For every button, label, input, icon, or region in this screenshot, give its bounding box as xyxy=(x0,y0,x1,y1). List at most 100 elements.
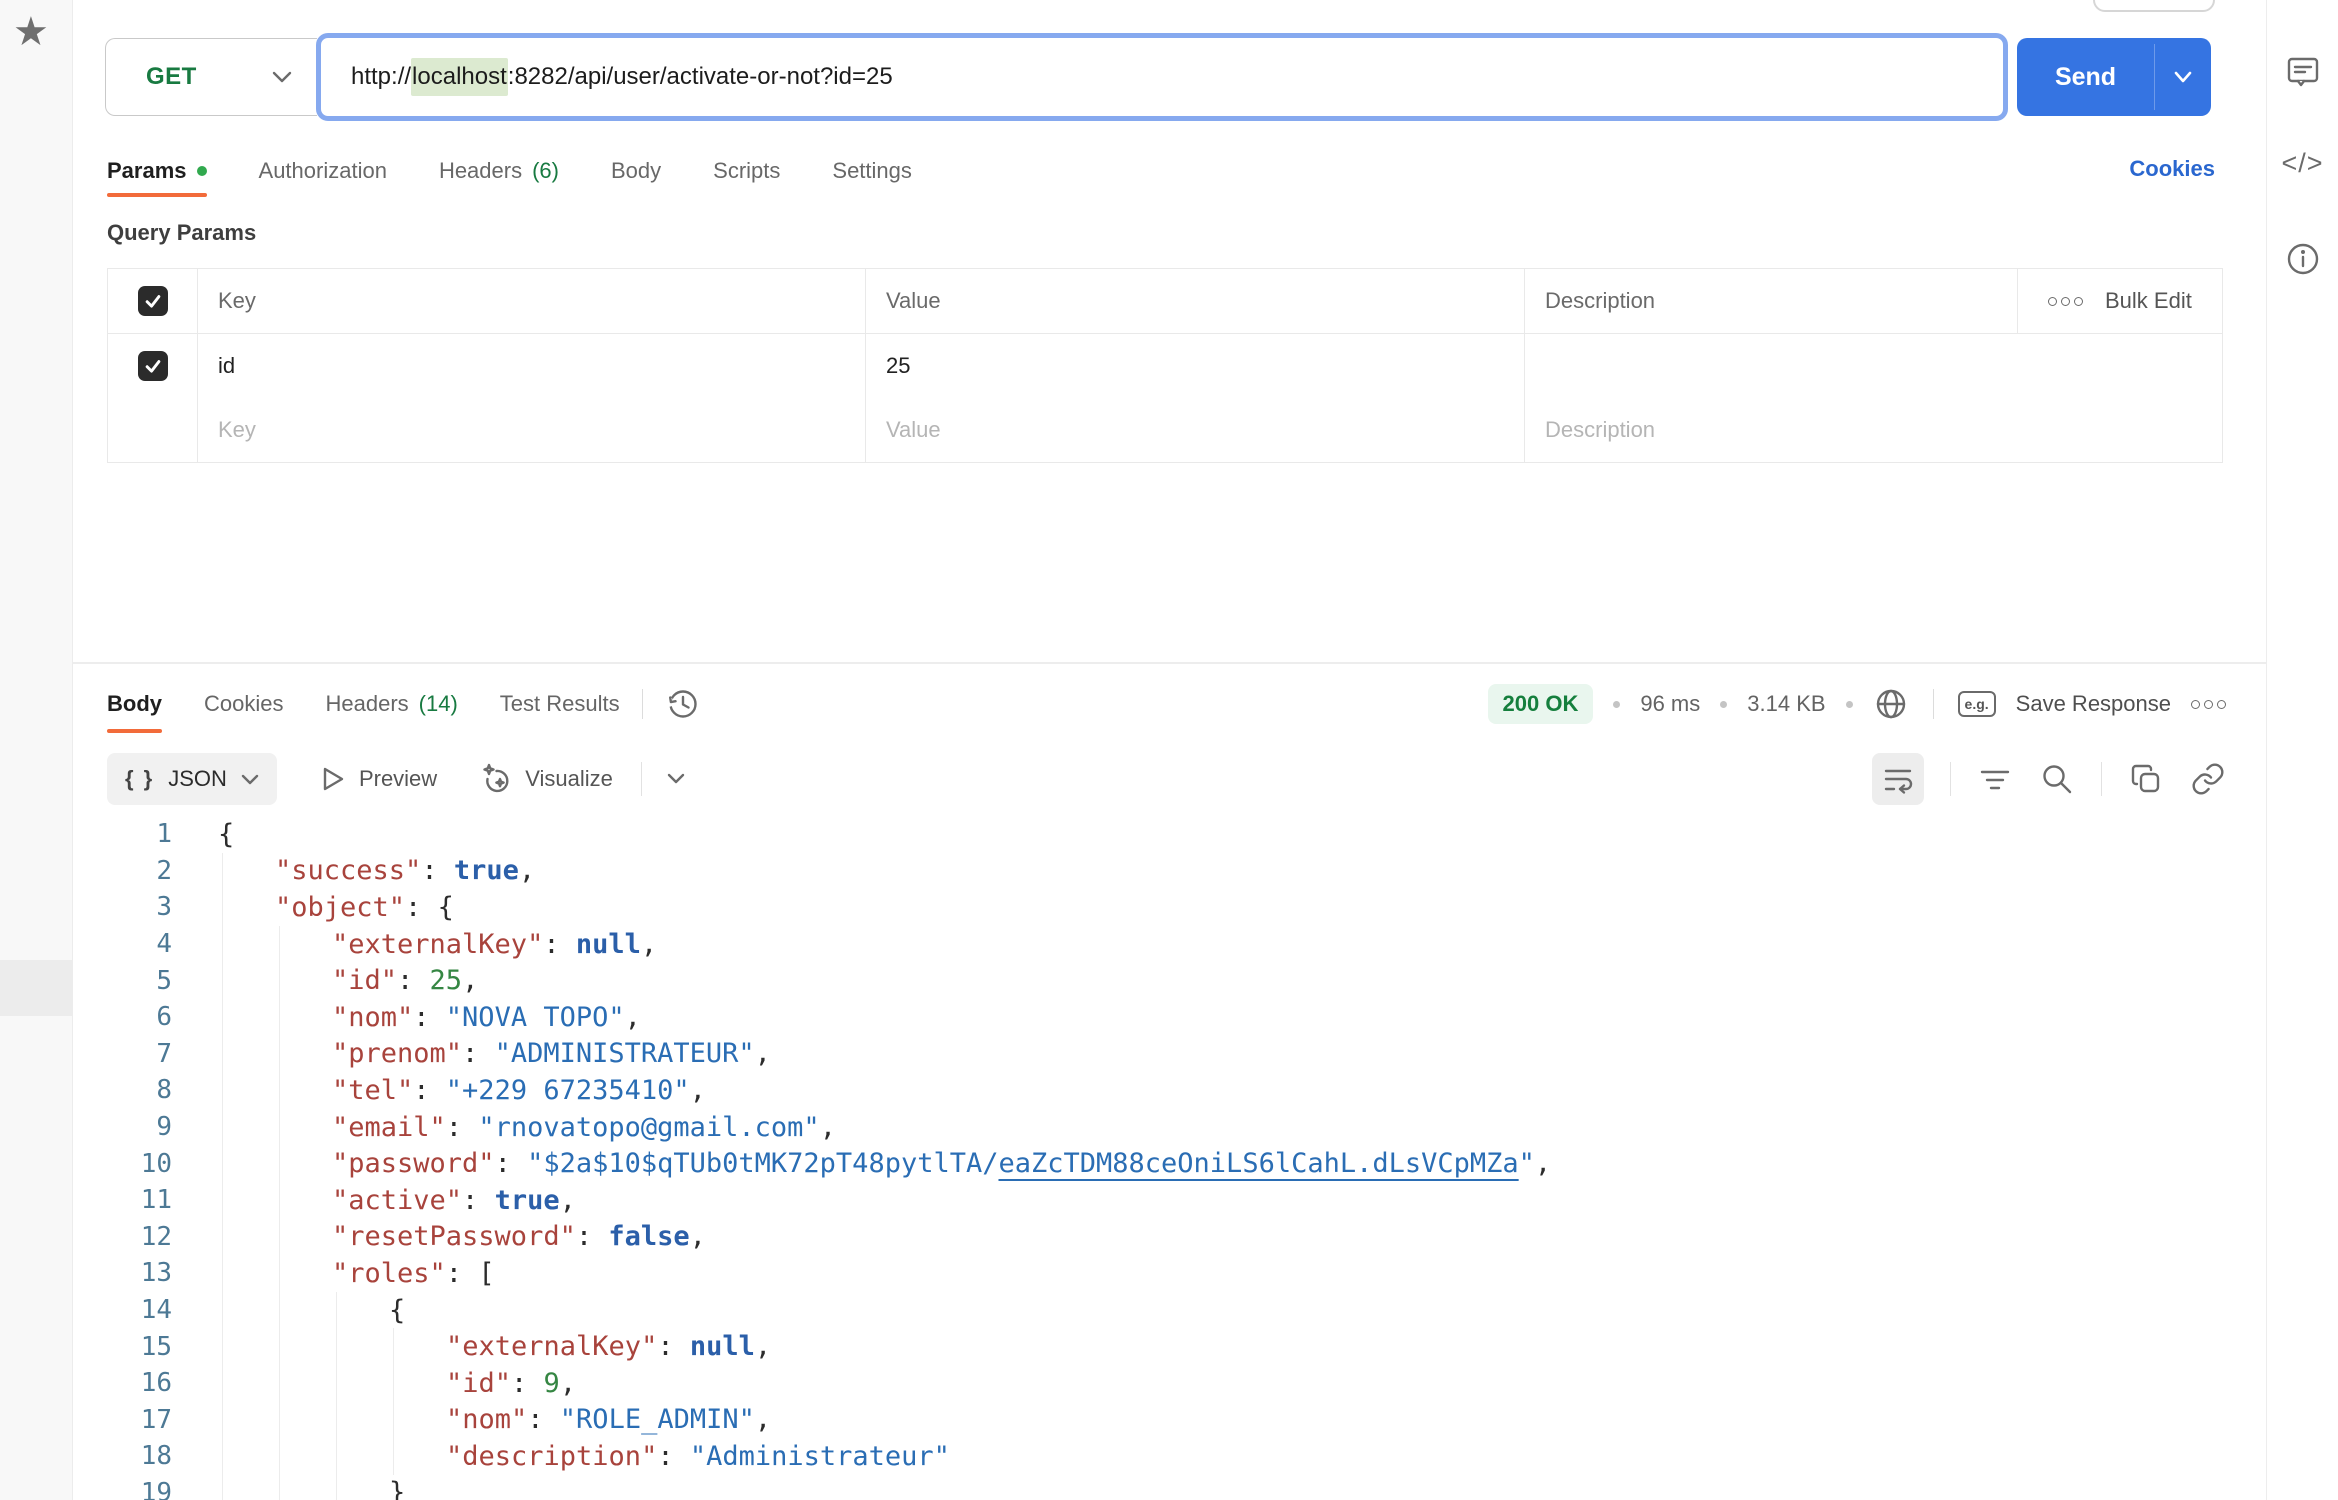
tabs-divider xyxy=(642,689,643,719)
code-line: 4"externalKey": null, xyxy=(73,926,2260,963)
rail-scroll-handle[interactable] xyxy=(0,960,72,1016)
description-placeholder-input[interactable]: Description xyxy=(1525,398,2222,462)
tab-params[interactable]: Params xyxy=(107,158,207,184)
table-row: id25 xyxy=(108,334,2222,398)
toolbar-divider xyxy=(641,762,642,796)
line-number: 1 xyxy=(73,819,172,849)
line-number: 4 xyxy=(73,929,172,959)
line-number: 2 xyxy=(73,856,172,886)
tab-headers[interactable]: Headers(6) xyxy=(439,158,559,184)
response-panel: Body Cookies Headers(14) Test Results 200 O… xyxy=(73,662,2266,1500)
code-line: 8"tel": "+229 67235410", xyxy=(73,1072,2260,1109)
favorite-star-icon[interactable]: ★ xyxy=(13,12,49,52)
response-more-options-icon[interactable] xyxy=(2191,700,2226,709)
send-button[interactable]: Send xyxy=(2017,38,2211,116)
meta-divider xyxy=(1933,689,1934,719)
dot-separator xyxy=(1846,701,1853,708)
chevron-down-icon xyxy=(271,69,293,85)
link-icon[interactable] xyxy=(2190,761,2226,797)
save-response-button[interactable]: Save Response xyxy=(2016,691,2171,717)
table-empty-row: Key Value Description xyxy=(108,398,2222,462)
password-hash-link[interactable]: eaZcTDM88ceOniLS6lCahL.dLsVCpMZa xyxy=(998,1148,1518,1179)
url-input[interactable]: http://localhost:8282/api/user/activate-… xyxy=(316,33,2008,121)
filter-icon[interactable] xyxy=(1977,761,2013,797)
method-dropdown[interactable]: GET xyxy=(105,38,317,116)
code-snippet-icon[interactable]: </> xyxy=(2281,148,2323,179)
code-line: 5"id": 25, xyxy=(73,962,2260,999)
line-number: 19 xyxy=(73,1478,172,1500)
line-number: 17 xyxy=(73,1405,172,1435)
network-globe-icon[interactable] xyxy=(1873,686,1909,722)
format-label: JSON xyxy=(168,766,227,792)
wrap-text-button[interactable] xyxy=(1872,753,1924,805)
right-rail: </> xyxy=(2266,0,2338,1500)
code-line: 13"roles": [ xyxy=(73,1255,2260,1292)
send-label: Send xyxy=(2017,38,2154,116)
format-dropdown[interactable]: { } JSON xyxy=(107,753,277,805)
icons-divider xyxy=(2101,762,2102,796)
response-tab-cookies[interactable]: Cookies xyxy=(204,691,283,717)
copy-icon[interactable] xyxy=(2128,761,2164,797)
column-header-description: Description xyxy=(1525,269,2018,333)
play-icon xyxy=(317,763,347,795)
value-placeholder-input[interactable]: Value xyxy=(866,398,1525,462)
visualize-button[interactable]: Visualize xyxy=(477,761,613,797)
code-line: 6"nom": "NOVA TOPO", xyxy=(73,999,2260,1036)
column-header-key: Key xyxy=(198,269,866,333)
line-number: 16 xyxy=(73,1368,172,1398)
tab-scripts[interactable]: Scripts xyxy=(713,158,780,184)
comment-icon[interactable] xyxy=(2285,54,2321,90)
tab-body[interactable]: Body xyxy=(611,158,661,184)
code-line: 7"prenom": "ADMINISTRATEUR", xyxy=(73,1036,2260,1073)
search-icon[interactable] xyxy=(2039,761,2075,797)
cutoff-top-button xyxy=(2093,0,2215,12)
history-icon[interactable] xyxy=(665,686,701,722)
response-tab-headers[interactable]: Headers(14) xyxy=(325,691,457,717)
tab-settings[interactable]: Settings xyxy=(832,158,912,184)
icons-divider xyxy=(1950,762,1951,796)
key-placeholder-input[interactable]: Key xyxy=(198,398,866,462)
query-params-table: Key Value Description Bulk Edit id25 Key… xyxy=(107,268,2223,463)
dot-separator xyxy=(1720,701,1727,708)
value-cell[interactable]: 25 xyxy=(866,334,1525,398)
line-number: 3 xyxy=(73,892,172,922)
response-tab-body[interactable]: Body xyxy=(107,691,162,717)
tab-authorization[interactable]: Authorization xyxy=(259,158,387,184)
code-line: 2"success": true, xyxy=(73,853,2260,890)
response-tab-test-results[interactable]: Test Results xyxy=(500,691,620,717)
left-rail: ★ xyxy=(0,0,73,1500)
checkbox-checked-icon[interactable] xyxy=(138,286,168,316)
cookies-link[interactable]: Cookies xyxy=(2129,156,2215,182)
dot-separator xyxy=(1613,701,1620,708)
line-number: 9 xyxy=(73,1112,172,1142)
send-options-chevron-icon[interactable] xyxy=(2155,38,2211,116)
postman-request-view: ★ GET http://localhost:8282/api/user/act… xyxy=(0,0,2338,1500)
method-label: GET xyxy=(146,63,271,91)
status-badge[interactable]: 200 OK xyxy=(1488,684,1594,724)
code-line: 10"password": "$2a$10$qTUb0tMK72pT48pytl… xyxy=(73,1145,2260,1182)
select-all-checkbox[interactable] xyxy=(108,269,198,333)
bulk-edit-button[interactable]: Bulk Edit xyxy=(2018,269,2222,333)
response-tabs: Body Cookies Headers(14) Test Results xyxy=(107,691,620,717)
preview-button[interactable]: Preview xyxy=(317,763,437,795)
description-cell[interactable] xyxy=(1525,334,2222,398)
url-host-highlight: localhost xyxy=(411,58,508,96)
line-number: 7 xyxy=(73,1039,172,1069)
more-options-icon xyxy=(2048,297,2083,306)
line-number: 13 xyxy=(73,1258,172,1288)
url-path: :8282/api/user/activate-or-not?id=25 xyxy=(508,63,893,91)
code-line: 1{ xyxy=(73,816,2260,853)
code-line: 12"resetPassword": false, xyxy=(73,1219,2260,1256)
viewer-chevron-icon[interactable] xyxy=(666,772,686,786)
code-line: 16"id": 9, xyxy=(73,1365,2260,1402)
key-cell[interactable]: id xyxy=(198,334,866,398)
row-checkbox[interactable] xyxy=(108,334,198,398)
line-number: 12 xyxy=(73,1222,172,1252)
row-checkbox-empty[interactable] xyxy=(108,398,198,462)
url-scheme: http:// xyxy=(351,63,411,91)
response-time: 96 ms xyxy=(1640,691,1700,717)
line-number: 18 xyxy=(73,1441,172,1471)
line-number: 14 xyxy=(73,1295,172,1325)
info-icon[interactable] xyxy=(2284,240,2322,278)
line-number: 15 xyxy=(73,1332,172,1362)
